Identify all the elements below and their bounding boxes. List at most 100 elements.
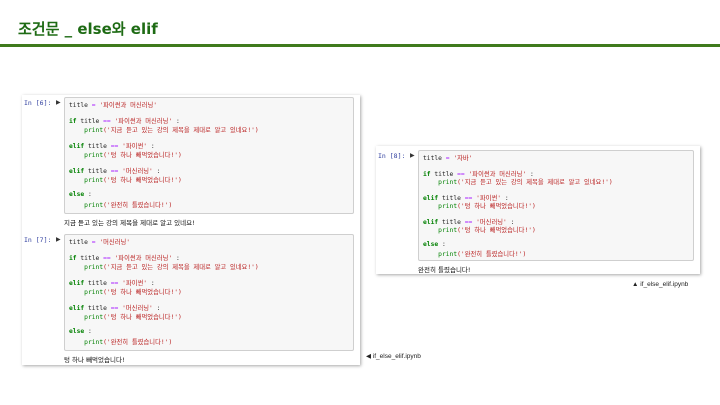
code-operator: == [103, 118, 115, 125]
code-operator: == [110, 168, 123, 175]
code-string: ('지금 듣고 있는 강의 제목을 제대로 알고 있네요!') [457, 179, 613, 186]
code-keyword: else [69, 328, 85, 335]
code-punctuation: : [147, 143, 155, 150]
code-punctuation: : [438, 240, 446, 248]
code-keyword: elif [69, 305, 88, 312]
code-function: print [84, 314, 104, 321]
code-variable: title [69, 102, 88, 109]
code-string: '자바' [453, 155, 473, 162]
notebook-cell[interactable]: In [6]: ▶ title = '파이썬과 머신러닝' if title == '… [22, 95, 360, 227]
code-line: print('완전히 틀렸습니다!') [423, 249, 526, 258]
code-keyword: elif [69, 143, 88, 150]
code-line: print('텅 하나 빼먹었습니다!') [69, 175, 182, 184]
code-line: print('텅 하나 빼먹었습니다!') [69, 312, 182, 321]
slide-title: 조건문 _ else와 elif [18, 20, 158, 38]
code-string: ('텅 하나 빼먹었습니다!') [457, 227, 536, 234]
code-operator: = [441, 155, 454, 162]
code-line: print('텅 하나 빼먹었습니다!') [423, 201, 536, 210]
code-variable: title [87, 143, 111, 150]
code-line: print('텅 하나 빼먹었습니다!') [69, 287, 182, 296]
code-string: '파이썬' [122, 280, 148, 287]
code-line: elif title == '머신러닝' : [69, 166, 160, 175]
code-line: print('지금 듣고 있는 강의 제목을 제대로 알고 있네요!') [69, 262, 259, 271]
run-cell-icon[interactable]: ▶ [56, 100, 61, 106]
code-string: '머신러닝' [122, 168, 153, 175]
code-punctuation: : [147, 280, 155, 287]
code-variable: title [80, 118, 104, 125]
code-function: print [84, 152, 104, 159]
code-operator: == [103, 255, 115, 262]
code-function: print [84, 127, 104, 134]
code-punctuation: : [152, 305, 161, 312]
cell-prompt: In [7]: [24, 236, 52, 244]
code-keyword: else [423, 240, 439, 248]
code-line-assign: title = '파이썬과 머신러닝' [69, 100, 157, 109]
code-function: print [84, 202, 104, 209]
right-notebook-screenshot: In [8]: ▶ title = '자바' if title == '파이썬과 머신… [376, 146, 700, 274]
code-variable: title [80, 255, 104, 262]
code-string: '파이썬과 머신러닝' [114, 255, 173, 262]
left-notebook-screenshot: In [6]: ▶ title = '파이썬과 머신러닝' if title == '… [22, 95, 360, 365]
cell-prompt: In [8]: [378, 152, 406, 160]
cell-output: 텅 하나 빼먹었습니다! [64, 356, 125, 364]
code-line: else : [69, 191, 92, 198]
code-string: ('텅 하나 빼먹었습니다!') [103, 314, 182, 321]
code-operator: == [110, 280, 123, 287]
code-string: '파이썬' [122, 143, 148, 150]
cell-prompt: In [6]: [24, 99, 52, 107]
notebook-cell[interactable]: In [7]: ▶ title = '머신러닝' if title == '파이썬과 … [22, 232, 360, 364]
code-string: ('지금 듣고 있는 강의 제목을 제대로 알고 있네요!') [103, 127, 259, 134]
code-operator: = [87, 239, 100, 246]
code-line: print('지금 듣고 있는 강의 제목을 제대로 알고 있네요!') [69, 125, 259, 134]
code-string: '머신러닝' [99, 239, 131, 246]
code-string: ('완전히 틀렸습니다!') [103, 202, 173, 209]
code-string: ('텅 하나 빼먹었습니다!') [457, 203, 536, 210]
cell-output: 완전히 틀렸습니다! [418, 266, 471, 274]
code-string: ('텅 하나 빼먹었습니다!') [103, 177, 182, 184]
code-punctuation: : [84, 191, 92, 198]
code-function: print [84, 177, 104, 184]
code-string: '파이썬과 머신러닝' [99, 102, 158, 109]
code-string: ('지금 듣고 있는 강의 제목을 제대로 알고 있네요!') [103, 264, 259, 271]
code-line: elif title == '파이썬' : [69, 278, 155, 287]
code-input-area[interactable]: title = '자바' if title == '파이썬과 머신러닝' : pr… [418, 150, 694, 261]
code-input-area[interactable]: title = '머신러닝' if title == '파이썬과 머신러닝' : … [64, 234, 354, 351]
code-function: print [84, 289, 104, 296]
code-line: elif title == '파이썬' : [69, 141, 155, 150]
notebook-cell[interactable]: In [8]: ▶ title = '자바' if title == '파이썬과 머신… [376, 148, 700, 274]
run-cell-icon[interactable]: ▶ [56, 237, 61, 243]
code-function: print [84, 339, 104, 346]
code-function: print [438, 203, 458, 210]
right-file-caption: ▲ if_else_elif.ipynb [632, 281, 689, 288]
code-function: print [438, 227, 458, 234]
code-function: print [438, 251, 458, 258]
code-variable: title [87, 305, 111, 312]
cell-output: 지금 듣고 있는 강의 제목을 제대로 알고 있네요! [64, 219, 195, 227]
code-line: print('텅 하나 빼먹었습니다!') [69, 150, 182, 159]
code-line: elif title == '머신러닝' : [69, 303, 160, 312]
code-string: ('완전히 틀렸습니다!') [457, 251, 527, 258]
code-line: else : [69, 328, 92, 335]
code-function: print [84, 264, 104, 271]
code-line-assign: title = '자바' [423, 153, 473, 162]
run-cell-icon[interactable]: ▶ [410, 153, 415, 159]
code-string: '파이썬과 머신러닝' [114, 118, 173, 125]
code-punctuation: : [152, 168, 161, 175]
code-line: print('지금 듣고 있는 강의 제목을 제대로 알고 있네요!') [423, 177, 613, 186]
code-punctuation: : [84, 328, 92, 335]
code-keyword: elif [69, 168, 88, 175]
code-variable: title [69, 239, 88, 246]
code-operator: == [110, 305, 123, 312]
code-line: if title == '파이썬과 머신러닝' : [69, 253, 180, 262]
code-keyword: if [69, 255, 81, 262]
code-keyword: else [69, 191, 85, 198]
code-string: ('완전히 틀렸습니다!') [103, 339, 173, 346]
code-input-area[interactable]: title = '파이썬과 머신러닝' if title == '파이썬과 머신러… [64, 97, 354, 214]
